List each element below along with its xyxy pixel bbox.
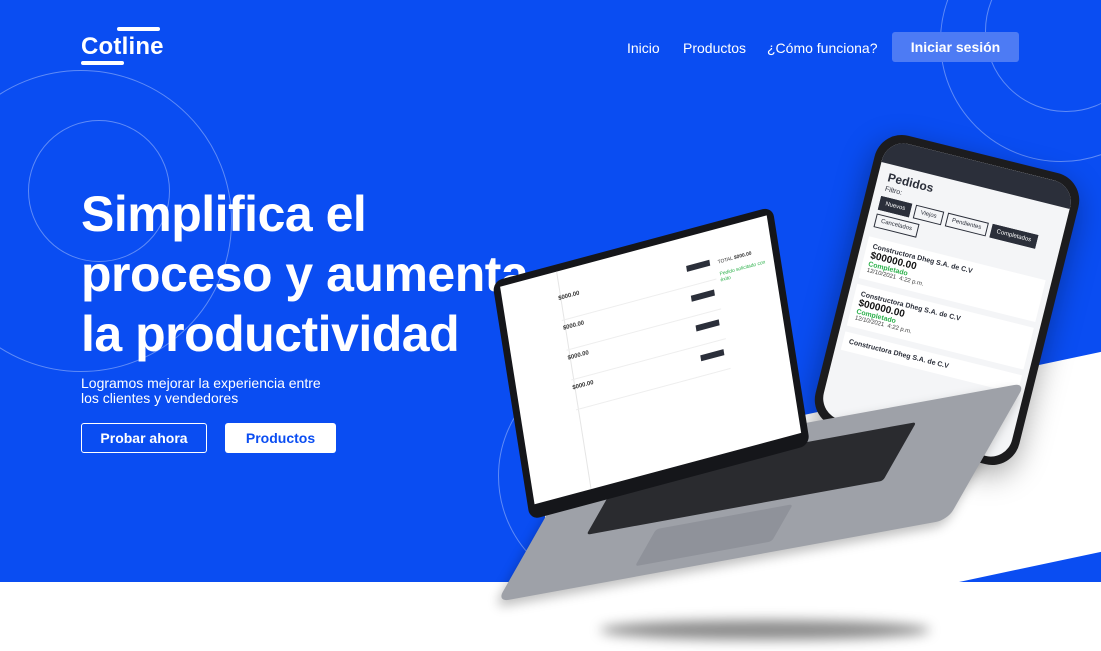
- hero-title-line: la productividad: [81, 306, 460, 362]
- phone-tab-pendientes: Pendientes: [944, 212, 989, 237]
- try-now-button[interactable]: Probar ahora: [81, 423, 207, 453]
- laptop-shadow: [600, 620, 930, 640]
- logo-bar-top: [117, 27, 160, 31]
- laptop-cart: TOTAL $000.00 Pedido solicitado con éxit…: [717, 246, 771, 284]
- logo-bar-bottom: [81, 61, 124, 65]
- nav-como-funciona[interactable]: ¿Cómo funciona?: [767, 40, 878, 56]
- logo-text: Cotline: [81, 33, 164, 60]
- hero-title-line: proceso y aumenta: [81, 246, 529, 302]
- products-button[interactable]: Productos: [225, 423, 336, 453]
- hero-title-line: Simplifica el: [81, 186, 367, 242]
- cart-total-label: TOTAL: [717, 255, 734, 266]
- cart-total: $000.00: [733, 250, 753, 262]
- nav-inicio[interactable]: Inicio: [627, 40, 660, 56]
- hero-title: Simplifica el proceso y aumenta la produ…: [81, 184, 561, 364]
- login-button[interactable]: Iniciar sesión: [892, 32, 1019, 62]
- hero-subtitle: Logramos mejorar la experiencia entre lo…: [81, 375, 321, 406]
- phone-tab-viejos: Viejos: [913, 204, 944, 226]
- nav-productos[interactable]: Productos: [683, 40, 746, 56]
